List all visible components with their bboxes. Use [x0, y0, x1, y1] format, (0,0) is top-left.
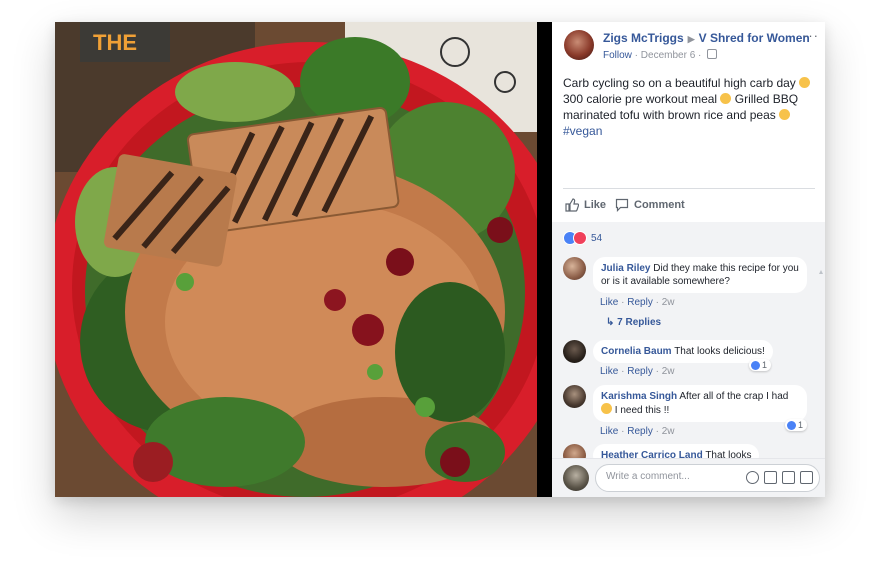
comment-like-link[interactable]: Like: [600, 426, 618, 437]
comment-text: After all of the crap I had: [679, 391, 789, 402]
ok-hand-emoji-icon: [720, 93, 732, 104]
like-button-label: Like: [584, 199, 607, 211]
scrollbar-track: [819, 270, 823, 274]
comment-item: Julia Riley Did they make this recipe fo…: [563, 257, 818, 347]
comment-item: Karishma Singh After all of the crap I h…: [563, 385, 818, 445]
comment-button-label: Comment: [634, 199, 685, 211]
package-text: THE: [93, 30, 137, 55]
comment-reaction-badge[interactable]: 1: [749, 359, 772, 371]
gif-icon[interactable]: [782, 471, 795, 484]
comment-time[interactable]: 2w: [662, 366, 675, 377]
thumbs-up-icon: [565, 198, 579, 212]
commenter-name[interactable]: Karishma Singh: [601, 391, 677, 402]
triangle-right-icon: ▶: [687, 34, 695, 44]
comment-meta: Like · Reply · 2w: [600, 297, 675, 308]
post-header: Zigs McTriggs ▶ V Shred for Women ··· Foll…: [552, 22, 825, 62]
reaction-summary[interactable]: 54: [563, 231, 602, 245]
comment-reply-link[interactable]: Reply: [627, 297, 653, 308]
comment-reply-link[interactable]: Reply: [627, 426, 653, 437]
comment-item: Cornelia Baum That looks delicious! 1 Li…: [563, 340, 818, 380]
commenter-name[interactable]: Julia Riley: [601, 263, 650, 274]
post-date[interactable]: December 6: [641, 50, 695, 61]
post-caption: Carb cycling so on a beautiful high carb…: [563, 75, 815, 139]
comment-text-line-2: I need this !!: [614, 405, 670, 416]
commenter-name[interactable]: Cornelia Baum: [601, 346, 672, 357]
camera-icon[interactable]: [764, 471, 777, 484]
praying-hands-emoji-icon: [799, 77, 811, 88]
post-author-line: Zigs McTriggs ▶ V Shred for Women: [603, 31, 810, 45]
comment-meta: Like · Reply · 2w: [600, 366, 675, 377]
hashtag-link[interactable]: #vegan: [563, 124, 602, 138]
sticker-icon[interactable]: [800, 471, 813, 484]
commenter-avatar[interactable]: [563, 257, 586, 280]
comment-button[interactable]: Comment: [615, 198, 685, 212]
reaction-count: 54: [591, 232, 603, 244]
more-options-icon[interactable]: ···: [803, 28, 819, 43]
view-replies-link[interactable]: ↳ 7 Replies: [606, 317, 661, 328]
emoji-picker-icon[interactable]: [746, 471, 759, 484]
group-name[interactable]: V Shred for Women: [699, 31, 810, 45]
speech-bubble-icon: [615, 198, 629, 212]
comment-time[interactable]: 2w: [662, 426, 675, 437]
comment-reaction-badge[interactable]: 1: [785, 419, 808, 431]
commenter-avatar[interactable]: [563, 385, 586, 408]
author-name[interactable]: Zigs McTriggs: [603, 31, 684, 45]
comment-meta: Like · Reply · 2w: [600, 426, 675, 437]
smiley-emoji-icon: [779, 109, 791, 120]
author-avatar[interactable]: [564, 30, 594, 60]
comment-reaction-count: 1: [762, 360, 768, 370]
photo-viewer: THE Zigs McTriggs ▶ V Shred for Women ··…: [55, 22, 825, 497]
comment-input[interactable]: [604, 470, 738, 483]
sad-face-emoji-icon: [601, 403, 612, 414]
post-details-panel: Zigs McTriggs ▶ V Shred for Women ··· Foll…: [552, 22, 825, 497]
love-reaction-icon: [573, 231, 587, 245]
post-photo[interactable]: THE: [55, 22, 537, 497]
comments-section: 54 Julia Riley Did they make this recipe…: [552, 222, 825, 497]
comments-scrollbar[interactable]: [819, 222, 823, 497]
comment-bubble: Karishma Singh After all of the crap I h…: [593, 385, 807, 422]
like-reaction-icon: [787, 420, 796, 430]
composer-icons: [746, 471, 813, 484]
comment-like-link[interactable]: Like: [600, 366, 618, 377]
comment-input-box[interactable]: [595, 464, 820, 492]
food-photo-illustration: THE: [55, 22, 537, 497]
comment-text: That looks delicious!: [674, 346, 765, 357]
comment-reply-link[interactable]: Reply: [627, 366, 653, 377]
audience-icon[interactable]: [707, 49, 718, 59]
follow-link[interactable]: Follow: [603, 50, 632, 61]
caption-line-2: 300 calorie pre workout meal: [563, 92, 718, 106]
comment-time[interactable]: 2w: [662, 297, 675, 308]
comment-composer: [552, 458, 825, 497]
like-button[interactable]: Like: [565, 198, 606, 212]
comment-reaction-count: 1: [798, 420, 804, 430]
replies-count: 7 Replies: [617, 317, 662, 328]
post-meta: Follow · December 6 ·: [603, 49, 718, 61]
current-user-avatar: [563, 465, 589, 491]
like-reaction-icon: [751, 360, 760, 370]
commenter-avatar[interactable]: [563, 340, 586, 363]
comment-bubble: Julia Riley Did they make this recipe fo…: [593, 257, 807, 293]
comment-bubble: Cornelia Baum That looks delicious!: [593, 340, 773, 363]
reply-arrow-icon: ↳: [606, 317, 618, 328]
caption-line-1: Carb cycling so on a beautiful high carb…: [563, 76, 796, 90]
post-actions: Like Comment: [563, 188, 815, 222]
comment-like-link[interactable]: Like: [600, 297, 618, 308]
